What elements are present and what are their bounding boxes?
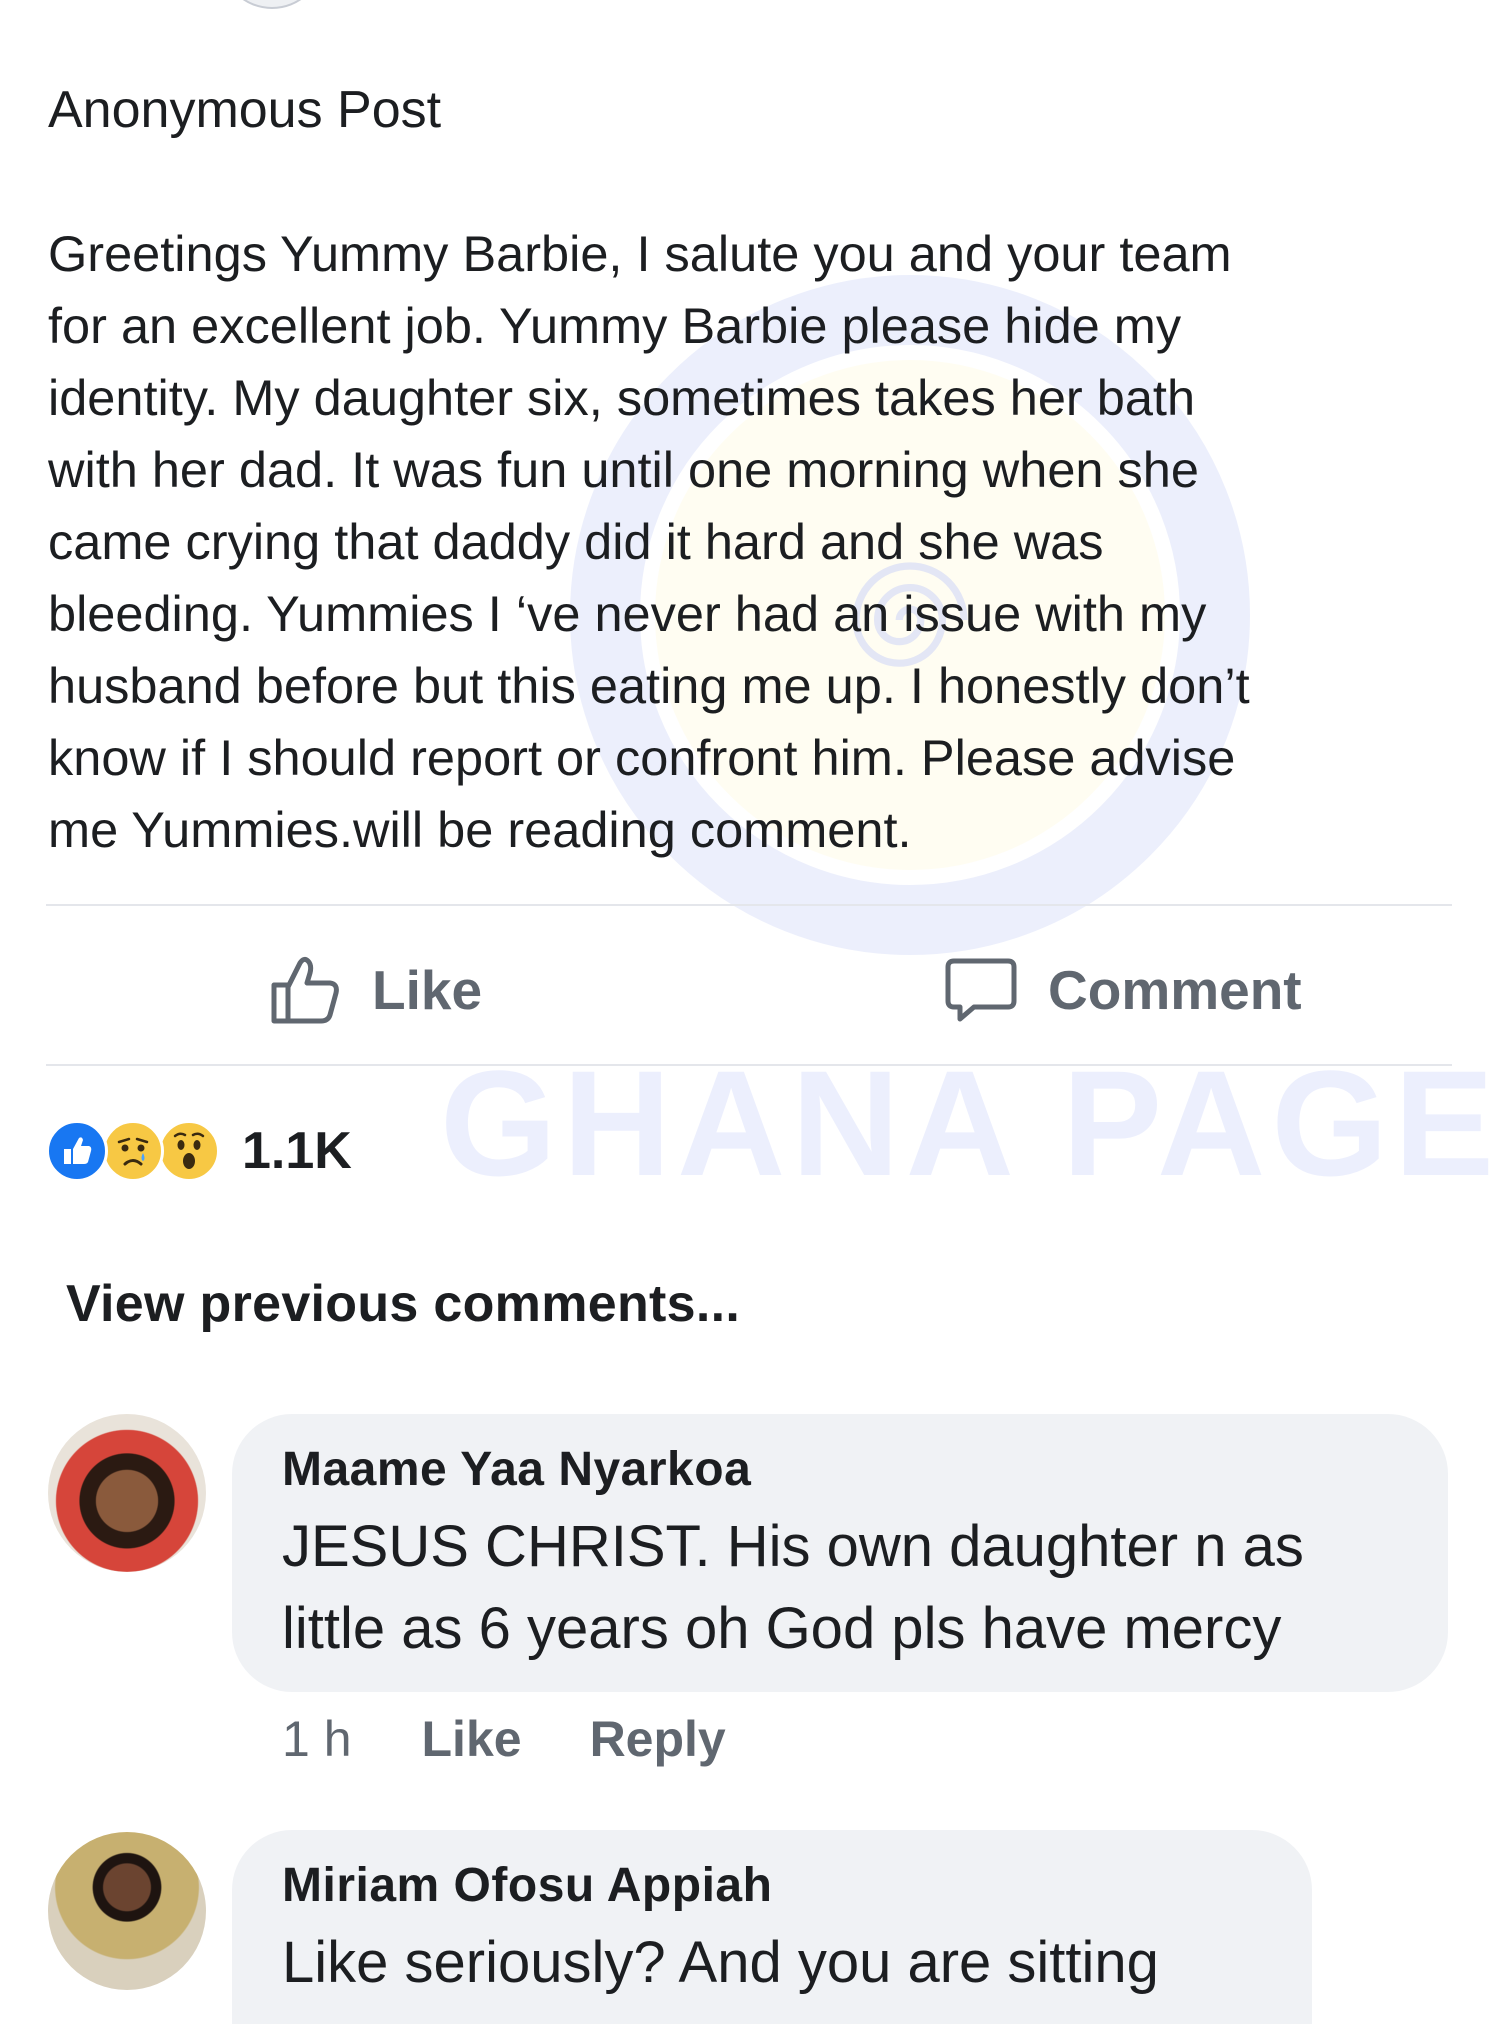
like-button[interactable]: Like	[268, 950, 482, 1030]
comment-text: JESUS CHRIST. His own daughter n as litt…	[282, 1514, 1304, 1661]
like-button-label: Like	[372, 959, 483, 1021]
comment-bubble: Miriam Ofosu Appiah Like seriously? And …	[232, 1830, 1312, 2040]
watermark-text: GHANA PAGE	[440, 1039, 1500, 1207]
comment-button[interactable]: Comment	[944, 950, 1302, 1030]
reaction-count: 1.1K	[242, 1122, 352, 1180]
comment-reply-button[interactable]: Reply	[590, 1710, 726, 1768]
reactions-summary[interactable]: 1.1K	[46, 1118, 352, 1184]
thumbs-up-icon	[271, 956, 339, 1024]
divider	[46, 904, 1452, 906]
comment-timestamp[interactable]: 1 h	[282, 1710, 352, 1768]
screen-bottom-edge	[0, 2024, 1500, 2040]
like-reaction-icon	[46, 1120, 108, 1182]
comment-like-button[interactable]: Like	[422, 1710, 522, 1768]
page-avatar[interactable]	[220, 0, 324, 9]
sad-reaction-icon	[102, 1120, 164, 1182]
comment-author[interactable]: Maame Yaa Nyarkoa	[282, 1442, 1400, 1498]
comment-author[interactable]: Miriam Ofosu Appiah	[282, 1858, 1264, 1914]
post-title: Anonymous Post	[48, 81, 442, 139]
post-body-text: Greetings Yummy Barbie, I salute you and…	[48, 225, 1250, 858]
avatar[interactable]	[48, 1414, 206, 1572]
facebook-post-screen: GHANA PAGE Anonymous Post Greetings Yumm…	[0, 0, 1500, 2040]
comment-text: Like seriously? And you are sitting	[282, 1930, 1159, 1995]
avatar[interactable]	[48, 1832, 206, 1990]
view-previous-comments-link[interactable]: View previous comments...	[66, 1274, 740, 1334]
speech-bubble-icon	[945, 958, 1017, 1022]
divider	[46, 1064, 1452, 1066]
comment-button-label: Comment	[1048, 959, 1302, 1021]
wow-reaction-icon	[158, 1120, 220, 1182]
comment-bubble: Maame Yaa Nyarkoa JESUS CHRIST. His own …	[232, 1414, 1448, 1692]
comment-meta: 1 h Like Reply	[282, 1706, 726, 1772]
